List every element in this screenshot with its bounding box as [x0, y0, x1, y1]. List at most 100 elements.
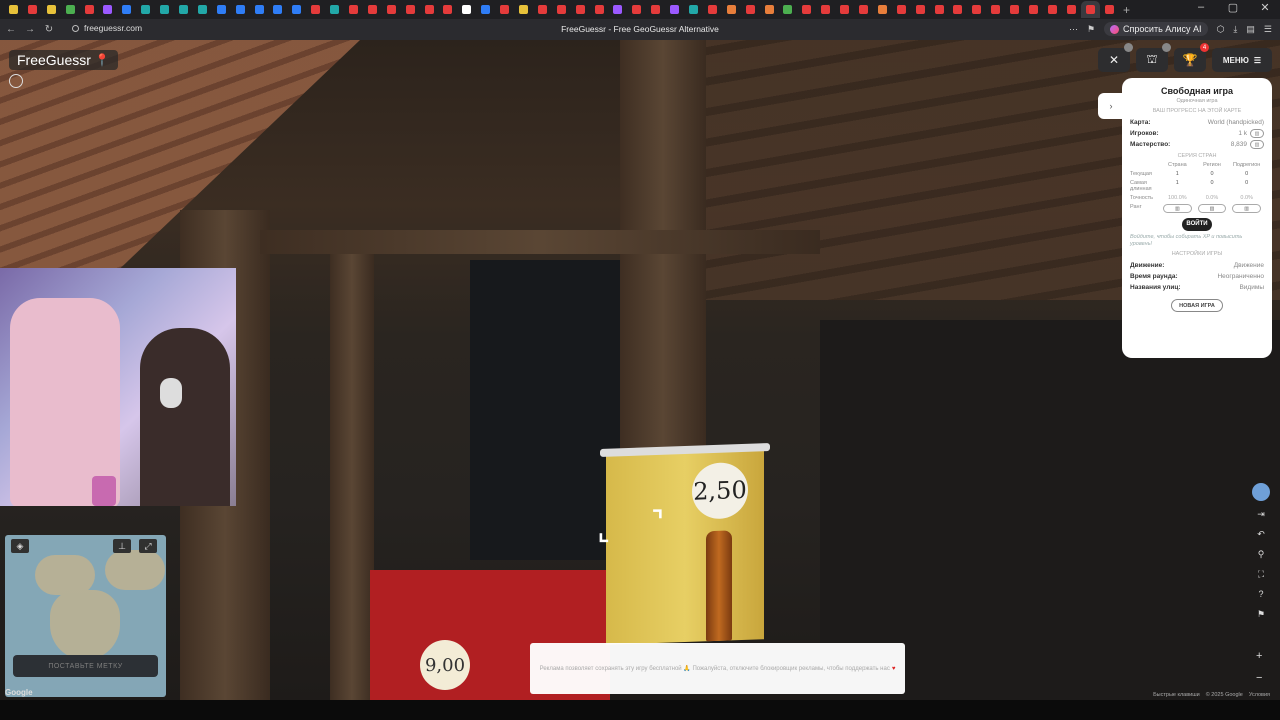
nav-arrow-left-icon[interactable]: ⌞ — [598, 518, 609, 547]
browser-tab[interactable] — [1062, 1, 1081, 18]
browser-tab[interactable] — [136, 1, 155, 18]
bookmark-icon[interactable]: ⚑ — [1087, 24, 1095, 35]
browser-tab[interactable] — [590, 1, 609, 18]
browser-tab[interactable] — [873, 1, 892, 18]
rank-subregion-button[interactable]: ▥ — [1232, 204, 1261, 213]
browser-tab[interactable] — [250, 1, 269, 18]
browser-tab[interactable] — [4, 1, 23, 18]
browser-tab[interactable] — [533, 1, 552, 18]
help-icon[interactable]: ? — [1253, 587, 1269, 601]
browser-tab[interactable] — [609, 1, 628, 18]
close-window-button[interactable]: ✕ — [1256, 1, 1274, 14]
browser-tab[interactable] — [495, 1, 514, 18]
shortcuts-link[interactable]: Быстрые клавиши — [1153, 692, 1200, 698]
site-info-icon[interactable] — [72, 24, 79, 32]
browser-tab[interactable] — [117, 1, 136, 18]
back-icon[interactable]: ← — [3, 24, 19, 35]
login-button[interactable]: ВОЙТИ — [1182, 218, 1212, 231]
zoom-out-icon[interactable]: − — [1256, 672, 1262, 684]
browser-tab[interactable] — [193, 1, 212, 18]
new-tab-button[interactable]: + — [1119, 3, 1135, 17]
browser-tab[interactable] — [911, 1, 930, 18]
mastery-stats-button[interactable]: ▥ — [1250, 140, 1264, 149]
browser-tab[interactable] — [401, 1, 420, 18]
guess-minimap[interactable]: ◈ ⊥ ⤢ ПОСТАВЬТЕ МЕТКУ — [5, 535, 166, 697]
browser-tab[interactable] — [1024, 1, 1043, 18]
multiplayer-button[interactable]: ⛫ — [1136, 43, 1171, 72]
freeguessr-logo[interactable]: FreeGuessr 📍 — [9, 50, 118, 70]
browser-tab[interactable] — [363, 1, 382, 18]
minimize-button[interactable]: – — [1192, 1, 1210, 14]
browser-tab[interactable] — [382, 1, 401, 18]
browser-tab[interactable] — [514, 1, 533, 18]
browser-tab[interactable] — [438, 1, 457, 18]
browser-tab[interactable] — [325, 1, 344, 18]
ask-alisa-button[interactable]: Спросить Алису AI — [1104, 22, 1208, 36]
browser-tab[interactable] — [1043, 1, 1062, 18]
rank-country-button[interactable]: ▥ — [1163, 204, 1192, 213]
browser-tab[interactable] — [80, 1, 99, 18]
undo-icon[interactable]: ↶ — [1253, 527, 1269, 541]
collapse-panel-button[interactable]: › — [1098, 93, 1124, 119]
players-stats-button[interactable]: ▥ — [1250, 129, 1264, 138]
browser-tab[interactable] — [571, 1, 590, 18]
browser-tab[interactable] — [684, 1, 703, 18]
browser-tab[interactable] — [344, 1, 363, 18]
more-icon[interactable]: ⋯ — [1069, 24, 1078, 35]
collections-icon[interactable]: ▤ — [1246, 24, 1255, 35]
browser-tab[interactable] — [212, 1, 231, 18]
reload-icon[interactable]: ↻ — [41, 24, 57, 35]
browser-tab[interactable] — [892, 1, 911, 18]
browser-tab[interactable] — [42, 1, 61, 18]
leaderboard-button[interactable]: 🏆 4 — [1174, 43, 1209, 72]
browser-tab[interactable] — [1005, 1, 1024, 18]
browser-tab[interactable] — [268, 1, 287, 18]
browser-tab[interactable] — [949, 1, 968, 18]
browser-tab[interactable] — [722, 1, 741, 18]
location-pin-icon[interactable]: ⚲ — [1253, 547, 1269, 561]
browser-tab[interactable] — [816, 1, 835, 18]
browser-tab[interactable] — [797, 1, 816, 18]
browser-tab[interactable] — [61, 1, 80, 18]
flag-icon[interactable]: ⚑ — [1253, 607, 1269, 621]
tools-button[interactable]: ✕ — [1098, 43, 1133, 72]
browser-tab[interactable] — [835, 1, 854, 18]
expand-map-icon[interactable]: ⤢ — [139, 539, 157, 553]
forward-icon[interactable]: → — [22, 24, 38, 35]
new-game-button[interactable]: НОВАЯ ИГРА — [1171, 299, 1223, 312]
browser-tab[interactable] — [665, 1, 684, 18]
browser-tab[interactable] — [23, 1, 42, 18]
zoom-in-icon[interactable]: + — [1256, 650, 1262, 662]
browser-tab[interactable] — [1100, 1, 1119, 18]
fullscreen-icon[interactable]: ⛶ — [1253, 567, 1269, 581]
browser-tab[interactable] — [155, 1, 174, 18]
pin-map-icon[interactable]: ⊥ — [113, 539, 131, 553]
browser-tab[interactable] — [986, 1, 1005, 18]
rank-region-button[interactable]: ▥ — [1197, 204, 1227, 213]
browser-tab[interactable] — [741, 1, 760, 18]
place-guess-button[interactable]: ПОСТАВЬТЕ МЕТКУ — [13, 655, 158, 677]
browser-tab[interactable] — [287, 1, 306, 18]
browser-tab[interactable] — [457, 1, 476, 18]
user-icon[interactable] — [9, 74, 23, 88]
browser-tab[interactable] — [306, 1, 325, 18]
browser-tab[interactable] — [1080, 1, 1100, 18]
menu-button[interactable]: МЕНЮ ☰ — [1212, 48, 1272, 72]
browser-tab[interactable] — [779, 1, 798, 18]
browser-tab[interactable] — [231, 1, 250, 18]
menu-icon[interactable]: ☰ — [1264, 24, 1272, 35]
browser-tab[interactable] — [703, 1, 722, 18]
url-field[interactable]: freeguessr.com — [72, 23, 142, 33]
browser-tab[interactable] — [967, 1, 986, 18]
browser-tab[interactable] — [760, 1, 779, 18]
compass-icon[interactable] — [1252, 483, 1270, 501]
nav-arrow-right-icon[interactable]: ⌝ — [652, 506, 663, 535]
exit-icon[interactable]: ⇥ — [1253, 507, 1269, 521]
terms-link[interactable]: Условия — [1249, 692, 1270, 698]
map-layers-icon[interactable]: ◈ — [11, 539, 29, 553]
browser-tab[interactable] — [98, 1, 117, 18]
maximize-button[interactable]: ▢ — [1224, 1, 1242, 14]
extensions-icon[interactable]: ⬡ — [1217, 24, 1225, 35]
browser-tab[interactable] — [476, 1, 495, 18]
browser-tab[interactable] — [930, 1, 949, 18]
